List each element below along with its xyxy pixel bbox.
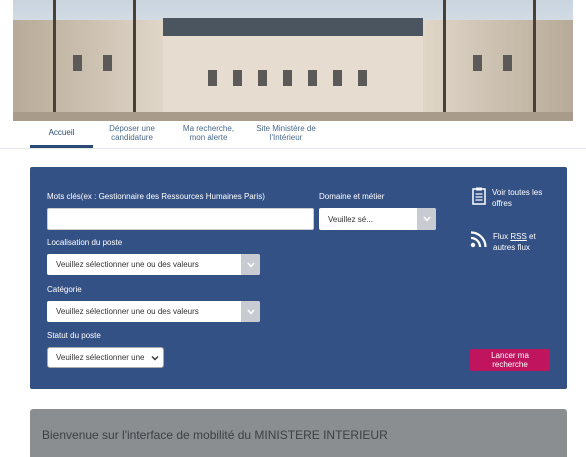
header-banner-image	[13, 0, 573, 121]
keywords-input[interactable]	[47, 208, 314, 230]
category-label: Catégorie	[47, 285, 82, 294]
tab-label: Accueil	[48, 128, 75, 137]
tab-label: Déposer une candidature	[109, 124, 155, 142]
location-select-value: Veuillez sélectionner une ou des valeurs	[56, 260, 199, 269]
chevron-down-icon	[241, 254, 260, 275]
rss-abbr: RSS	[510, 232, 527, 241]
window	[208, 70, 217, 86]
launch-search-label: Lancer ma recherche	[491, 351, 529, 369]
window	[73, 55, 82, 71]
tab-ma-recherche[interactable]: Ma recherche, mon alerte	[171, 121, 246, 148]
status-select[interactable]: Veuillez sélectionner une	[47, 347, 164, 368]
tab-label: Ma recherche, mon alerte	[182, 124, 235, 142]
window	[258, 70, 267, 86]
window	[233, 70, 242, 86]
rss-icon	[470, 231, 487, 248]
tab-site-ministere[interactable]: Site Ministère de l'Intérieur	[246, 121, 326, 148]
courtyard-ground	[13, 112, 573, 121]
all-offers-label: Voir toutes les offres	[492, 188, 543, 208]
rss-prefix: Flux	[493, 232, 511, 241]
rss-label: Flux RSS et autres flux	[493, 231, 536, 253]
window	[333, 70, 342, 86]
chevron-down-icon	[151, 356, 159, 361]
window	[473, 55, 482, 71]
tree-trunk	[53, 0, 56, 121]
status-label: Statut du poste	[47, 331, 101, 340]
category-select[interactable]: Veuillez sélectionner une ou des valeurs	[47, 301, 260, 322]
main-nav: Accueil Déposer une candidature Ma reche…	[30, 121, 326, 148]
category-select-value: Veuillez sélectionner une ou des valeurs	[56, 307, 199, 316]
window	[103, 55, 112, 71]
building-facade-left	[13, 20, 163, 121]
building-facade-center	[163, 36, 423, 121]
all-offers-link[interactable]: Voir toutes les offres	[472, 187, 542, 209]
tree-trunk	[133, 0, 136, 121]
tab-accueil[interactable]: Accueil	[30, 121, 93, 148]
status-select-value: Veuillez sélectionner une	[56, 353, 145, 362]
keywords-label: Mots clés(ex : Gestionnaire des Ressourc…	[47, 192, 265, 201]
domain-label: Domaine et métier	[319, 192, 385, 201]
location-label: Localisation du poste	[47, 238, 123, 247]
building-roof	[163, 18, 423, 36]
welcome-banner: Bienvenue sur l'interface de mobilité du…	[30, 409, 567, 457]
chevron-down-icon	[417, 208, 436, 230]
chevron-down-icon	[241, 301, 260, 322]
tab-deposer-candidature[interactable]: Déposer une candidature	[93, 121, 171, 148]
tree-trunk	[443, 0, 446, 121]
location-select[interactable]: Veuillez sélectionner une ou des valeurs	[47, 254, 260, 275]
rss-link[interactable]: Flux RSS et autres flux	[470, 231, 536, 253]
domain-select-value: Veuillez sé...	[328, 214, 373, 224]
window	[358, 70, 367, 86]
welcome-message: Bienvenue sur l'interface de mobilité du…	[42, 428, 388, 442]
tab-label: Site Ministère de l'Intérieur	[256, 124, 316, 142]
window	[283, 70, 292, 86]
launch-search-button[interactable]: Lancer ma recherche	[470, 349, 550, 371]
search-panel: Mots clés(ex : Gestionnaire des Ressourc…	[30, 167, 567, 389]
window	[503, 55, 512, 71]
nav-divider	[0, 148, 586, 149]
clipboard-icon	[472, 187, 486, 205]
domain-select[interactable]: Veuillez sé...	[319, 208, 436, 230]
window	[308, 70, 317, 86]
tree-trunk	[533, 0, 536, 121]
